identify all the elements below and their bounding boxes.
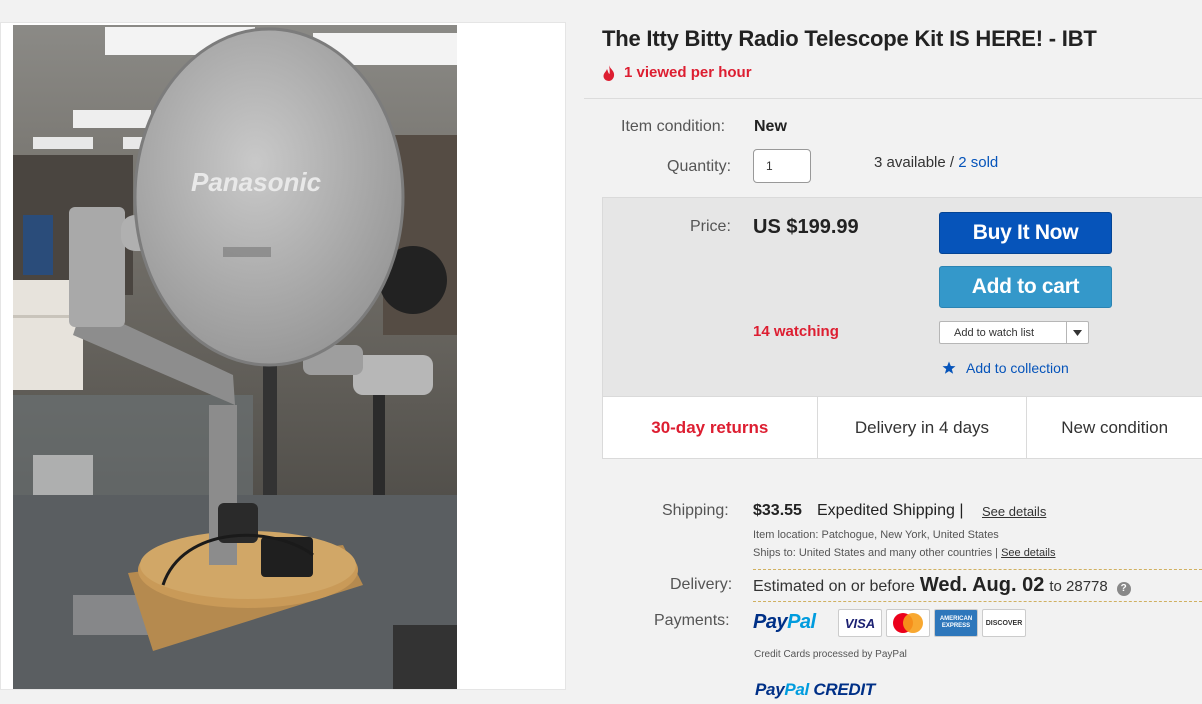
availability-separator: / [945, 154, 959, 171]
visa-icon: VISA [838, 609, 882, 637]
buy-it-now-button[interactable]: Buy It Now [939, 212, 1112, 254]
payments-label: Payments: [654, 612, 730, 629]
flame-icon [603, 64, 615, 81]
card-logos: VISA AMERICAN EXPRESS DISCOVER [838, 609, 1026, 637]
availability: 3 available / 2 sold [874, 154, 998, 171]
views-text: 1 viewed per hour [624, 64, 752, 81]
delivery-date: Wed. Aug. 02 [919, 574, 1045, 596]
add-to-collection-link[interactable]: Add to collection [942, 360, 1069, 376]
header-divider [584, 98, 1202, 99]
delivery-label: Delivery: [670, 576, 733, 593]
item-location: Item location: Patchogue, New York, Unit… [753, 529, 999, 541]
watching-count: 14 watching [753, 323, 839, 340]
views-indicator: 1 viewed per hour [602, 64, 752, 81]
paypal-credit-pay: Pay [755, 680, 785, 699]
product-photo[interactable]: Panasonic [13, 25, 457, 689]
discover-text: DISCOVER [985, 619, 1023, 627]
add-to-collection-label: Add to collection [966, 360, 1069, 376]
amex-icon: AMERICAN EXPRESS [934, 609, 978, 637]
credit-card-note: Credit Cards processed by PayPal [754, 649, 907, 660]
paypal-logo-pay: Pay [753, 611, 788, 633]
star-icon [942, 361, 956, 374]
product-image-panel: Panasonic [0, 22, 566, 690]
quantity-input[interactable] [753, 149, 811, 183]
chevron-down-icon[interactable] [1066, 322, 1088, 343]
mastercard-icon [886, 609, 930, 637]
shipping-price: $33.55 [753, 502, 802, 519]
paypal-logo-pal: Pal [787, 611, 816, 633]
price-value: US $199.99 [753, 216, 859, 238]
feature-delivery: Delivery in 4 days [816, 397, 1027, 458]
paypal-credit-word: CREDIT [813, 680, 875, 699]
available-count: 3 available [874, 154, 946, 171]
product-title: The Itty Bitty Radio Telescope Kit IS HE… [602, 26, 1097, 51]
ships-to-text: Ships to: United States and many other c… [753, 547, 1002, 559]
feature-strip: 30-day returns Delivery in 4 days New co… [602, 397, 1202, 459]
feature-condition: New condition [1026, 397, 1202, 458]
feature-returns: 30-day returns [651, 417, 769, 437]
price-label: Price: [690, 218, 731, 235]
delivery-divider-bottom [753, 601, 1202, 602]
visa-text: VISA [844, 615, 876, 631]
quantity-label: Quantity: [667, 158, 732, 175]
delivery-zip: to 28778 [1049, 578, 1108, 595]
dish-logo-text: Panasonic [191, 167, 322, 197]
paypal-credit-pal: Pal [784, 680, 809, 699]
discover-icon: DISCOVER [982, 609, 1026, 637]
delivery-estimated-text: Estimated on or before [753, 578, 915, 595]
add-to-watch-list-dropdown[interactable]: Add to watch list [939, 321, 1089, 344]
help-icon[interactable]: ? [1116, 582, 1131, 596]
ships-to-see-details-link[interactable]: See details [1001, 547, 1055, 559]
watch-list-label: Add to watch list [954, 326, 1035, 339]
paypal-credit-logo: PayPal CREDIT [755, 680, 875, 700]
paypal-logo: PayPal [753, 611, 816, 634]
condition-value: New [754, 118, 787, 135]
ships-to: Ships to: United States and many other c… [753, 547, 1056, 559]
sold-link[interactable]: 2 sold [958, 154, 998, 171]
shipping-label: Shipping: [662, 502, 729, 519]
amex-text: AMERICAN EXPRESS [939, 616, 973, 629]
condition-label: Item condition: [621, 118, 726, 135]
shipping-method: Expedited Shipping | [817, 502, 964, 519]
add-to-cart-button[interactable]: Add to cart [939, 266, 1112, 308]
delivery-divider-top [753, 569, 1202, 570]
shipping-see-details-link[interactable]: See details [982, 504, 1046, 519]
delivery-estimate: Estimated on or before Wed. Aug. 02 to 2… [753, 574, 1131, 597]
